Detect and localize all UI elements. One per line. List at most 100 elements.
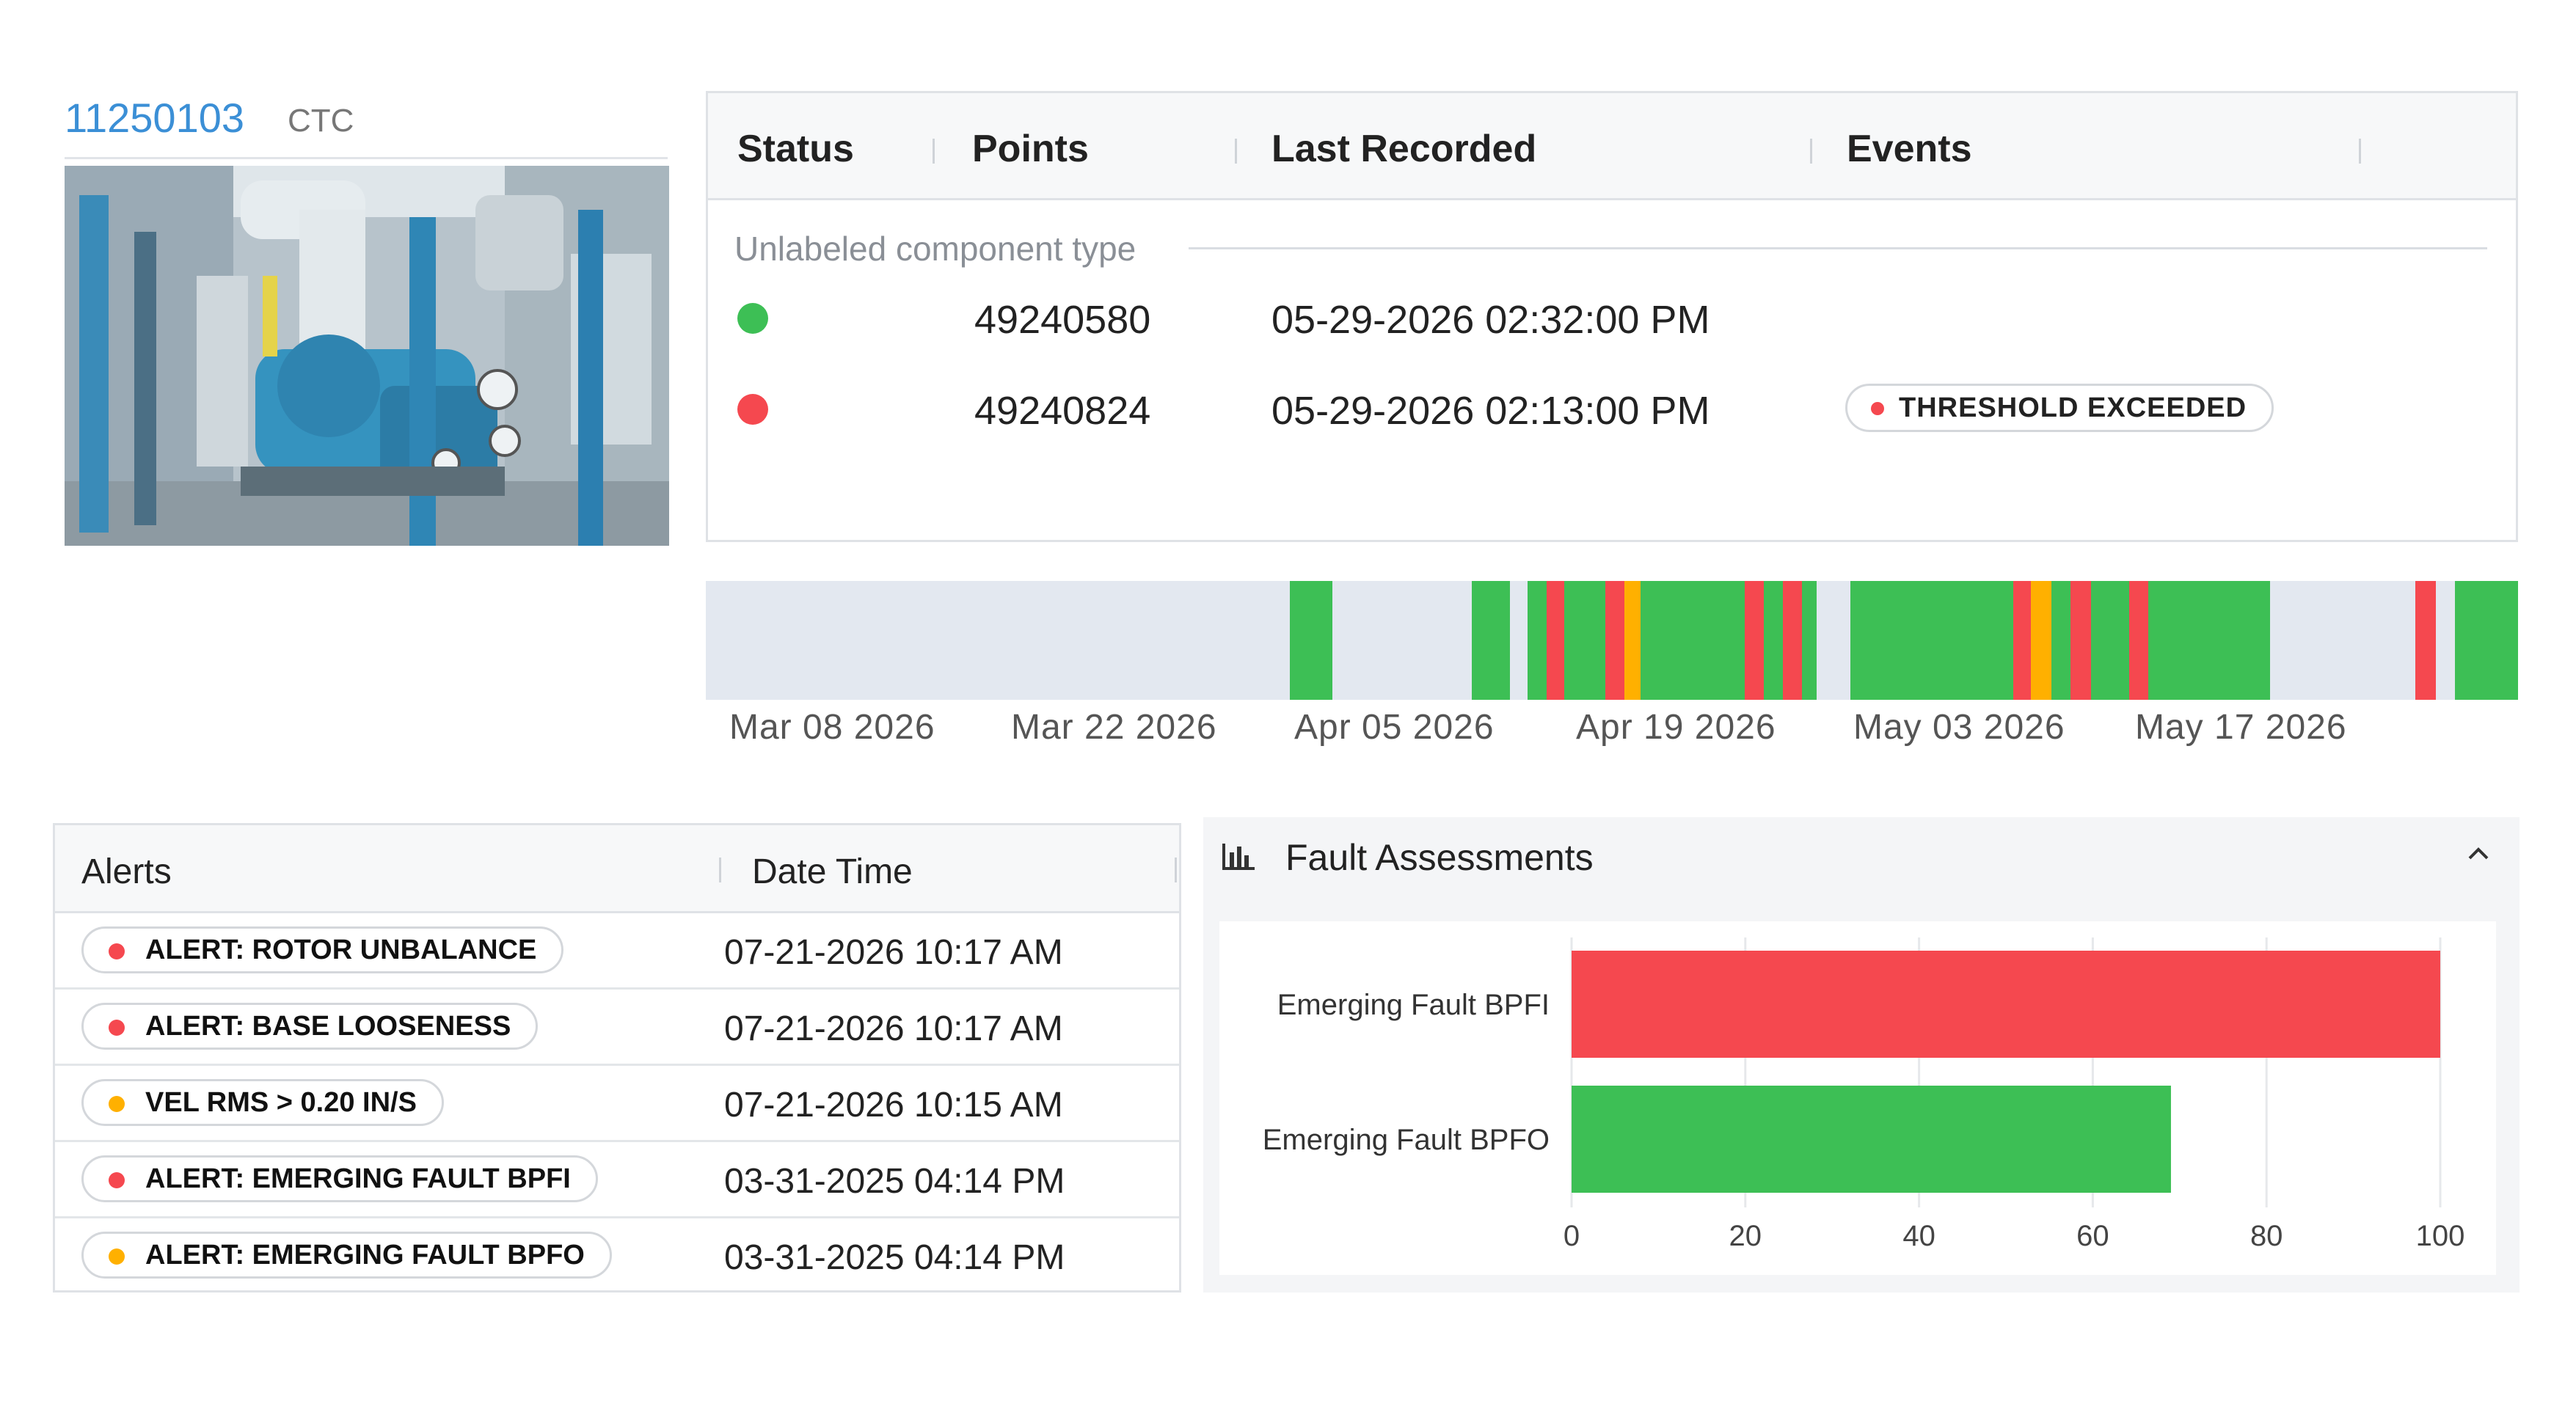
- alert-badge[interactable]: ALERT: EMERGING FAULT BPFO: [81, 1232, 612, 1279]
- status-dot-icon: [737, 394, 768, 425]
- timeline-segment-alarm[interactable]: [2013, 581, 2031, 700]
- last-recorded: 05-29-2026 02:32:00 PM: [1271, 298, 1710, 342]
- alert-label: ALERT: BASE LOOSENESS: [145, 1011, 511, 1042]
- x-tick-label: 100: [2416, 1220, 2465, 1252]
- point-id[interactable]: 49240580: [974, 297, 1150, 343]
- event-badge[interactable]: THRESHOLD EXCEEDED: [1845, 384, 2274, 432]
- timeline-segment-ok[interactable]: [2091, 581, 2129, 700]
- timeline-segment-ok[interactable]: [1641, 581, 1745, 700]
- bar-chart-icon: [1222, 844, 1255, 870]
- alert-row[interactable]: VEL RMS > 0.20 IN/S 07-21-2026 10:15 AM: [55, 1066, 1179, 1142]
- asset-code: CTC: [288, 103, 354, 139]
- event-label: THRESHOLD EXCEEDED: [1899, 392, 2247, 423]
- timeline-segment-alarm[interactable]: [2415, 581, 2436, 700]
- column-header-points[interactable]: Points: [972, 127, 1089, 171]
- timeline-segment-alarm[interactable]: [1605, 581, 1624, 700]
- alert-dot-icon: [109, 1020, 125, 1036]
- timeline-segment-ok[interactable]: [1290, 581, 1332, 700]
- status-timeline[interactable]: [706, 581, 2518, 700]
- timeline-date-label: May 03 2026: [1853, 708, 2065, 747]
- alert-dot-icon: [109, 943, 125, 959]
- alert-badge[interactable]: VEL RMS > 0.20 IN/S: [81, 1079, 444, 1126]
- alert-dot-icon: [109, 1248, 125, 1265]
- chevron-up-icon[interactable]: [2462, 838, 2495, 870]
- group-divider: [1189, 247, 2487, 249]
- column-resize-handle[interactable]: [1810, 139, 1812, 164]
- panel-title: Fault Assessments: [1285, 837, 1594, 878]
- alert-row[interactable]: ALERT: ROTOR UNBALANCE 07-21-2026 10:17 A…: [55, 913, 1179, 990]
- alert-datetime: 07-21-2026 10:15 AM: [724, 1086, 1063, 1125]
- alert-badge[interactable]: ALERT: EMERGING FAULT BPFI: [81, 1155, 598, 1202]
- status-dot-icon: [737, 303, 768, 334]
- points-panel: Status Points Last Recorded Events Unlab…: [706, 91, 2518, 542]
- point-row[interactable]: 49240824 05-29-2026 02:13:00 PM THRESHOL…: [708, 369, 2516, 450]
- timeline-segment-alarm[interactable]: [2070, 581, 2091, 700]
- alerts-table-header: Alerts Date Time: [55, 825, 1179, 913]
- fault-bar[interactable]: [1572, 951, 2440, 1058]
- alert-datetime: 03-31-2025 04:14 PM: [724, 1162, 1065, 1201]
- alerts-panel: Alerts Date Time ALERT: ROTOR UNBALANCE 0…: [53, 823, 1181, 1293]
- alert-dot-icon: [109, 1172, 125, 1188]
- column-header-date-time[interactable]: Date Time: [752, 852, 913, 892]
- timeline-segment-ok[interactable]: [2148, 581, 2270, 700]
- timeline-segment-ok[interactable]: [2051, 581, 2070, 700]
- asset-id-link[interactable]: 11250103: [65, 94, 244, 142]
- timeline-segment-warning[interactable]: [2031, 581, 2051, 700]
- column-header-alerts[interactable]: Alerts: [81, 852, 172, 892]
- column-header-events[interactable]: Events: [1847, 127, 1972, 171]
- last-recorded: 05-29-2026 02:13:00 PM: [1271, 389, 1710, 433]
- fault-assessments-panel: Fault Assessments 0 20 40 60 80 100 Emerging F…: [1203, 817, 2520, 1293]
- timeline-segment-ok[interactable]: [2455, 581, 2518, 700]
- alert-label: ALERT: ROTOR UNBALANCE: [145, 935, 537, 965]
- timeline-date-label: Apr 05 2026: [1294, 708, 1495, 747]
- alert-label: VEL RMS > 0.20 IN/S: [145, 1087, 417, 1118]
- point-row[interactable]: 49240580 05-29-2026 02:32:00 PM: [708, 278, 2516, 359]
- y-category-label: Emerging Fault BPFI: [1277, 989, 1550, 1021]
- timeline-segment-ok[interactable]: [1802, 581, 1817, 700]
- fault-bar[interactable]: [1572, 1086, 2171, 1193]
- column-resize-handle[interactable]: [1235, 139, 1237, 164]
- column-resize-handle[interactable]: [719, 858, 721, 882]
- timeline-date-label: Apr 19 2026: [1576, 708, 1776, 747]
- asset-divider: [65, 157, 668, 159]
- column-resize-handle[interactable]: [933, 139, 935, 164]
- alert-label: ALERT: EMERGING FAULT BPFI: [145, 1163, 571, 1194]
- x-tick-label: 20: [1729, 1220, 1762, 1252]
- timeline-segment-ok[interactable]: [1528, 581, 1547, 700]
- timeline-segment-alarm[interactable]: [1783, 581, 1802, 700]
- alert-badge[interactable]: ALERT: ROTOR UNBALANCE: [81, 926, 564, 973]
- timeline-date-label: Mar 08 2026: [729, 708, 935, 747]
- point-id[interactable]: 49240824: [974, 388, 1150, 434]
- alert-row[interactable]: ALERT: EMERGING FAULT BPFI 03-31-2025 04:…: [55, 1142, 1179, 1218]
- y-category-label: Emerging Fault BPFO: [1263, 1124, 1550, 1156]
- alert-badge[interactable]: ALERT: BASE LOOSENESS: [81, 1003, 539, 1050]
- alert-datetime: 07-21-2026 10:17 AM: [724, 933, 1063, 972]
- event-dot-icon: [1871, 402, 1884, 415]
- alert-row[interactable]: ALERT: BASE LOOSENESS 07-21-2026 10:17 AM: [55, 990, 1179, 1066]
- alert-datetime: 07-21-2026 10:17 AM: [724, 1009, 1063, 1048]
- fault-bar-chart: 0 20 40 60 80 100 Emerging Fault BPFI Emerging …: [1219, 921, 2496, 1275]
- timeline-segment-ok[interactable]: [1564, 581, 1605, 700]
- x-tick-label: 40: [1902, 1220, 1935, 1252]
- x-tick-label: 80: [2250, 1220, 2283, 1252]
- x-tick-label: 60: [2076, 1220, 2109, 1252]
- column-header-last-recorded[interactable]: Last Recorded: [1271, 127, 1536, 171]
- column-resize-handle[interactable]: [1175, 858, 1177, 882]
- timeline-segment-alarm[interactable]: [1547, 581, 1564, 700]
- points-table-header: Status Points Last Recorded Events: [708, 93, 2516, 200]
- alert-row[interactable]: ALERT: EMERGING FAULT BPFO 03-31-2025 04:…: [55, 1218, 1179, 1295]
- timeline-segment-alarm[interactable]: [1745, 581, 1764, 700]
- timeline-segment-ok[interactable]: [1764, 581, 1783, 700]
- timeline-segment-ok[interactable]: [1850, 581, 2013, 700]
- alert-label: ALERT: EMERGING FAULT BPFO: [145, 1240, 585, 1270]
- timeline-segment-warning[interactable]: [1624, 581, 1641, 700]
- asset-photo: [65, 166, 669, 546]
- column-header-status[interactable]: Status: [737, 127, 854, 171]
- timeline-segment-alarm[interactable]: [2129, 581, 2148, 700]
- component-group-label: Unlabeled component type: [734, 230, 1136, 268]
- timeline-date-label: May 17 2026: [2135, 708, 2347, 747]
- alert-datetime: 03-31-2025 04:14 PM: [724, 1238, 1065, 1277]
- column-resize-handle[interactable]: [2359, 139, 2361, 164]
- timeline-segment-ok[interactable]: [1472, 581, 1510, 700]
- timeline-date-label: Mar 22 2026: [1011, 708, 1217, 747]
